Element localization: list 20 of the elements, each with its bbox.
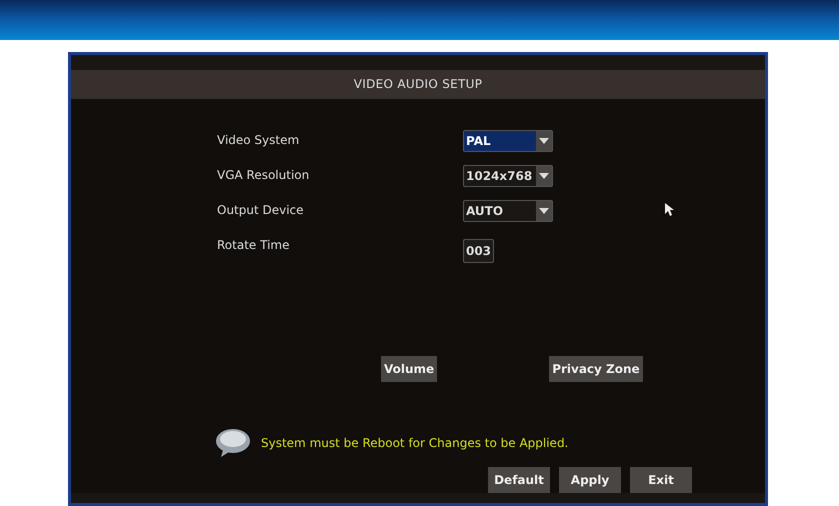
setting-label: Rotate Time [217,236,290,254]
caret-icon [539,138,549,144]
dropdown[interactable]: 1024x768 [463,164,553,187]
caret-icon [539,172,549,179]
setting-label: Output Device [217,202,305,219]
dropdown[interactable]: AUTO [463,200,553,222]
action-button[interactable]: Apply [559,467,621,494]
action-button[interactable]: Default [488,467,550,494]
caret-icon [539,208,549,214]
setting-label: Video System [217,132,300,149]
sub-button[interactable]: Privacy Zone [549,356,643,382]
dropdown[interactable]: PAL [463,130,553,152]
setting-label: VGA Resolution [217,166,310,184]
notice-text: System must be Reboot for Changes to be Applied. [261,434,568,452]
speech-bubble-icon [215,428,251,458]
number-field[interactable]: 003 [463,238,494,263]
mouse-cursor-icon [665,203,674,216]
sub-button[interactable]: Volume [381,356,438,382]
window-title: VIDEO AUDIO SETUP [71,70,765,99]
action-button[interactable]: Exit [630,467,692,494]
